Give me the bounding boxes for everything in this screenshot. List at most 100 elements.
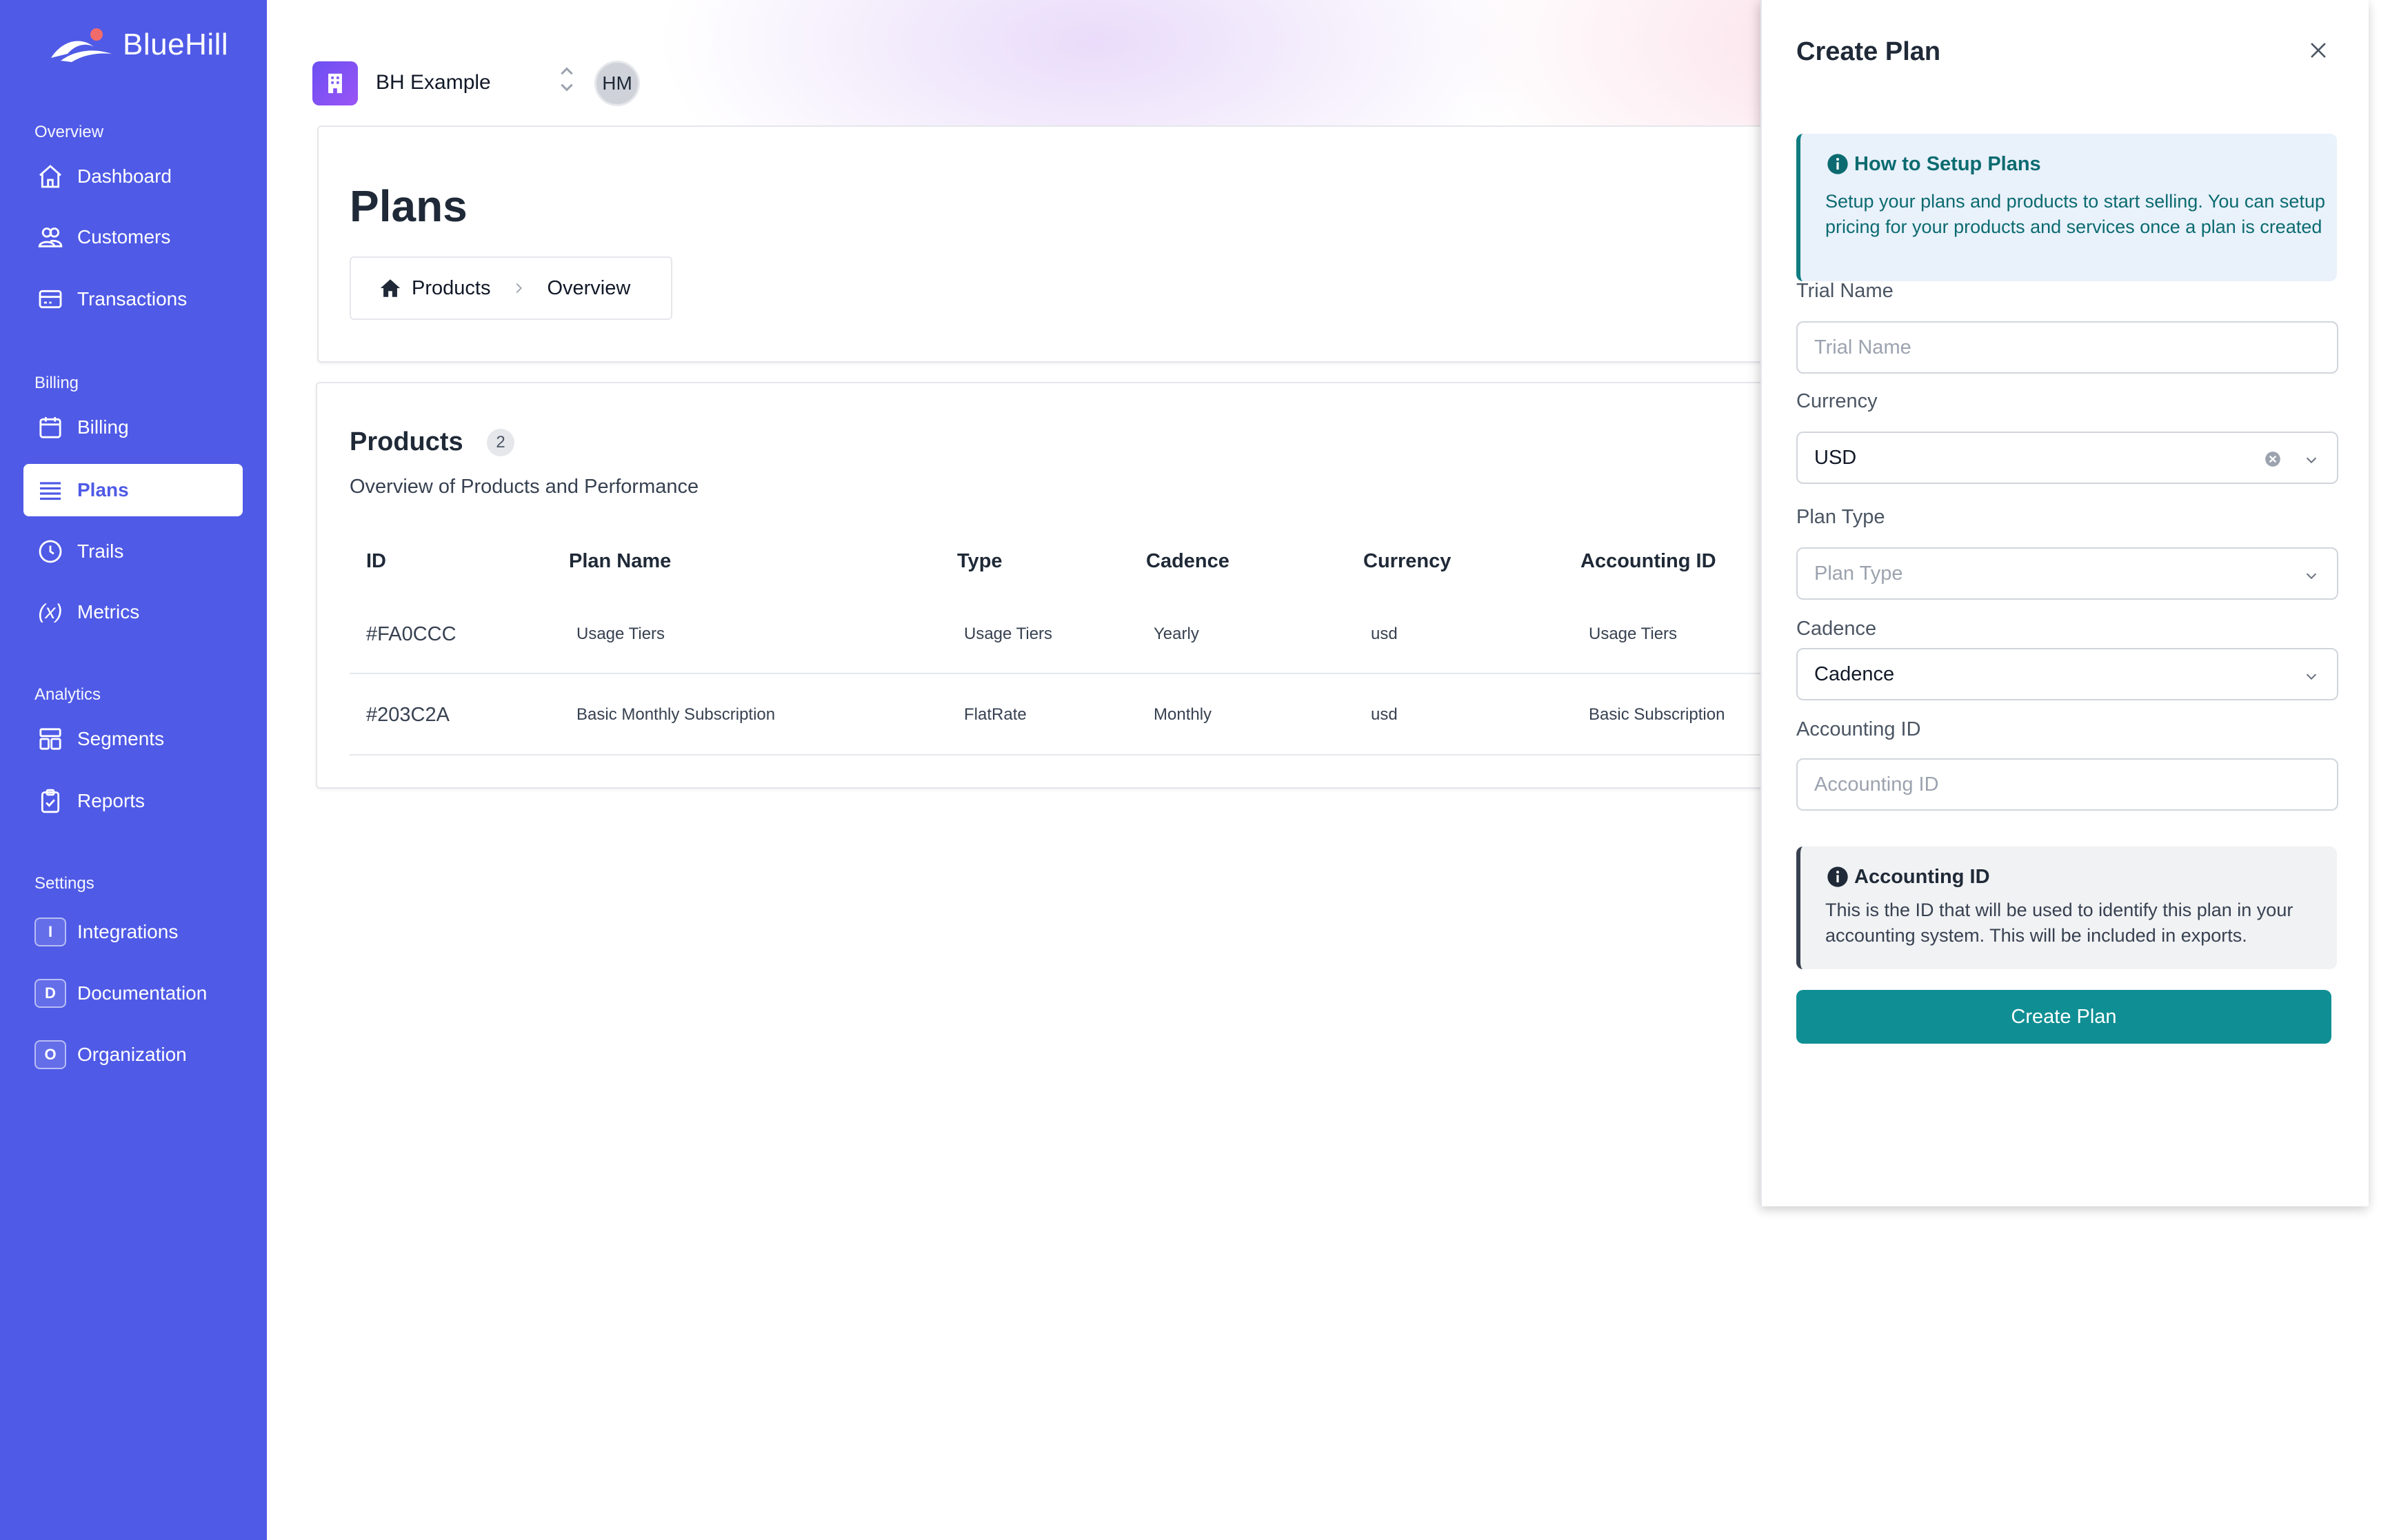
plan-type-select[interactable]: Plan Type xyxy=(1796,547,2338,600)
currency-label: Currency xyxy=(1796,390,1878,412)
logo-icon xyxy=(51,28,112,62)
avatar[interactable]: HM xyxy=(594,61,640,106)
clipboard-icon xyxy=(34,785,66,817)
sidebar-item-label: Customers xyxy=(77,226,171,247)
logo[interactable]: BlueHill xyxy=(48,23,228,66)
trial-name-label: Trial Name xyxy=(1796,280,1894,302)
plan-type-placeholder: Plan Type xyxy=(1814,562,1903,585)
sidebar-item-label: Reports xyxy=(77,790,145,811)
cadence-value: Cadence xyxy=(1814,662,1895,685)
accounting-id-input[interactable]: Accounting ID xyxy=(1796,758,2338,811)
trial-name-placeholder: Trial Name xyxy=(1814,336,1911,358)
close-icon[interactable] xyxy=(2307,39,2330,62)
sidebar-item-label: Trails xyxy=(77,540,124,562)
currency-select[interactable]: USD xyxy=(1796,432,2338,484)
section-label-analytics: Analytics xyxy=(34,685,101,704)
cell-id: #FA0CCC xyxy=(366,623,456,645)
trial-name-input[interactable]: Trial Name xyxy=(1796,321,2338,374)
column-header-cadence[interactable]: Cadence xyxy=(1146,550,1229,573)
users-icon xyxy=(34,221,66,253)
breadcrumb: Products Overview xyxy=(350,256,672,320)
chevron-down-icon xyxy=(2306,573,2317,580)
sidebar-item-integrations[interactable]: I Integrations xyxy=(23,906,243,958)
products-count-badge: 2 xyxy=(487,429,514,456)
page-header-card xyxy=(317,125,1779,363)
cadence-label: Cadence xyxy=(1796,618,1877,640)
variable-icon: (x) xyxy=(38,600,63,623)
chevron-right-icon xyxy=(516,283,523,294)
drawer-title: Create Plan xyxy=(1796,37,1941,66)
column-header-currency[interactable]: Currency xyxy=(1363,550,1451,573)
sidebar-item-label: Transactions xyxy=(77,288,188,310)
segments-icon xyxy=(34,723,66,755)
sidebar-item-trails[interactable]: Trails xyxy=(23,525,243,578)
breadcrumb-products[interactable]: Products xyxy=(412,277,490,300)
sidebar-item-billing[interactable]: Billing xyxy=(23,401,243,454)
products-subtitle: Overview of Products and Performance xyxy=(350,476,699,498)
create-plan-drawer: Create Plan How to Setup Plans Setup you… xyxy=(1760,0,2369,1206)
sidebar-item-segments[interactable]: Segments xyxy=(23,713,243,765)
note-title: Accounting ID xyxy=(1854,866,1990,888)
cell-id: #203C2A xyxy=(366,704,450,726)
sidebar-item-customers[interactable]: Customers xyxy=(23,211,243,263)
section-label-billing: Billing xyxy=(34,374,79,392)
column-header-accounting-id[interactable]: Accounting ID xyxy=(1580,550,1716,573)
cell-type: FlatRate xyxy=(964,705,1027,724)
info-icon xyxy=(1827,867,1848,887)
calendar-icon xyxy=(34,412,66,443)
cell-accounting-id: Usage Tiers xyxy=(1589,625,1678,643)
sidebar-item-label: Integrations xyxy=(77,921,179,942)
sidebar-item-reports[interactable]: Reports xyxy=(23,775,243,827)
cell-accounting-id: Basic Subscription xyxy=(1589,705,1725,724)
sidebar-item-dashboard[interactable]: Dashboard xyxy=(23,150,243,203)
organization-badge: O xyxy=(34,1040,66,1069)
sidebar-item-transactions[interactable]: Transactions xyxy=(23,273,243,325)
cell-cadence: Yearly xyxy=(1154,625,1199,643)
column-header-id[interactable]: ID xyxy=(366,550,386,573)
row-divider xyxy=(350,754,1763,756)
sidebar-item-organization[interactable]: O Organization xyxy=(23,1029,243,1081)
cadence-select[interactable]: Cadence xyxy=(1796,648,2338,700)
cell-cadence: Monthly xyxy=(1154,705,1212,724)
accounting-id-note: Accounting ID This is the ID that will b… xyxy=(1796,847,2337,969)
currency-value: USD xyxy=(1814,446,1857,469)
accounting-id-label: Accounting ID xyxy=(1796,718,1921,740)
sidebar-item-label: Dashboard xyxy=(77,165,172,187)
card-icon xyxy=(34,283,66,315)
org-icon[interactable] xyxy=(312,61,358,105)
breadcrumb-overview[interactable]: Overview xyxy=(547,277,630,300)
info-alert-title: How to Setup Plans xyxy=(1854,153,2041,175)
chevron-updown-icon[interactable] xyxy=(557,63,576,95)
sidebar-item-documentation[interactable]: D Documentation xyxy=(23,967,243,1020)
info-alert: How to Setup Plans Setup your plans and … xyxy=(1796,134,2337,281)
sidebar-item-plans[interactable]: Plans xyxy=(23,464,243,516)
home-icon xyxy=(34,161,66,192)
sidebar-item-label: Metrics xyxy=(77,601,140,622)
products-card xyxy=(316,382,1779,789)
info-alert-body: Setup your plans and products to start s… xyxy=(1825,191,2325,237)
create-plan-button[interactable]: Create Plan xyxy=(1796,990,2331,1044)
sidebar-item-metrics[interactable]: (x) Metrics xyxy=(23,586,243,638)
section-label-settings: Settings xyxy=(34,874,94,893)
note-body: This is the ID that will be used to iden… xyxy=(1825,900,2293,946)
cell-type: Usage Tiers xyxy=(964,625,1053,643)
info-icon xyxy=(1827,154,1848,174)
chevron-down-icon xyxy=(2306,673,2317,680)
page-title: Plans xyxy=(350,181,468,231)
sidebar-item-label: Billing xyxy=(77,416,129,438)
chevron-down-icon xyxy=(2306,457,2317,464)
cell-currency: usd xyxy=(1371,705,1398,724)
column-header-plan-name[interactable]: Plan Name xyxy=(569,550,671,573)
list-icon xyxy=(34,474,66,506)
row-divider xyxy=(350,673,1763,674)
home-icon[interactable] xyxy=(379,276,402,300)
org-name[interactable]: BH Example xyxy=(376,71,491,94)
column-header-type[interactable]: Type xyxy=(957,550,1003,573)
sidebar-item-label: Plans xyxy=(77,479,129,500)
cell-currency: usd xyxy=(1371,625,1398,643)
cell-plan-name: Basic Monthly Subscription xyxy=(576,705,776,724)
sidebar: BlueHill Overview Dashboard Customers Tr… xyxy=(0,0,267,1540)
clear-icon[interactable] xyxy=(2264,450,2282,468)
integrations-badge: I xyxy=(34,918,66,946)
sidebar-item-label: Organization xyxy=(77,1044,187,1065)
